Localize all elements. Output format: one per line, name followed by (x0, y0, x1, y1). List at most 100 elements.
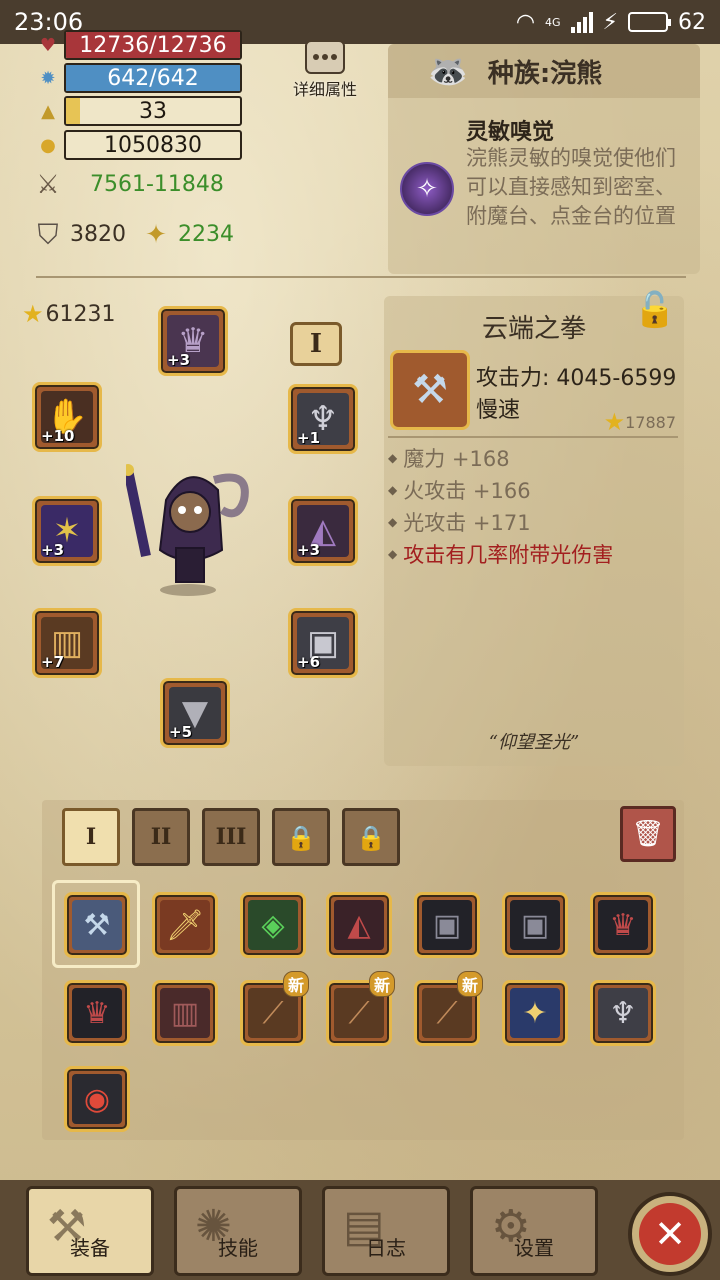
equip-slot-bracer[interactable]: ▥ +7 (32, 608, 102, 678)
enhance-level: +1 (297, 429, 321, 447)
lock-icon: 🔒 (286, 822, 316, 852)
gold-bar: 1050830 (64, 130, 242, 160)
item-stat: ◆ 魔力 +168 (388, 442, 613, 474)
race-ability-name: 灵敏嗅觉 (466, 120, 555, 145)
star-icon: ★ (22, 300, 44, 328)
level-bar: 33 (64, 96, 242, 126)
nav-log[interactable]: ▤ 日志 (322, 1186, 450, 1276)
attack-value: 7561-11848 (90, 172, 224, 197)
resist-value: 2234 (178, 222, 234, 247)
inventory-item[interactable]: ▥ (152, 980, 218, 1046)
item-flavor-text: “仰望圣光” (488, 732, 580, 753)
hero-character (126, 464, 249, 596)
equip-slot-helmet[interactable]: ♛ +3 (158, 306, 228, 376)
equip-slot-amulet[interactable]: ♆ +1 (288, 384, 358, 454)
wifi-icon: ◠ (515, 9, 536, 35)
item-stat: ◆ 火攻击 +166 (388, 474, 613, 506)
item-score-value: 17887 (625, 412, 676, 432)
race-ability-description: 浣熊灵敏的嗅觉使他们可以直接感知到密室、附魔台、点金台的位置 (466, 146, 676, 228)
enhance-level: +10 (41, 427, 75, 445)
nav-equipment[interactable]: ⚒ 装备 (26, 1186, 154, 1276)
inventory-tab-locked-2[interactable]: 🔒 (342, 808, 400, 866)
crossed-swords-icon: ⚔ (36, 169, 60, 200)
charging-icon: ⚡ (602, 9, 618, 35)
equip-slot-boots[interactable]: ▼ +5 (160, 678, 230, 748)
item-stat-text: 攻击有几率附带光伤害 (403, 543, 614, 567)
gold-row: ● 1050830 (36, 130, 242, 160)
skill-icon: ✺ (195, 1201, 232, 1252)
mp-row: ✹ 642/642 (36, 63, 242, 93)
star-icon: ★ (603, 408, 626, 436)
equip-slot-armor[interactable]: ▣ +6 (288, 608, 358, 678)
item-stat-list: ◆ 魔力 +168 ◆ 火攻击 +166 ◆ 光攻击 +171 ◆ 攻击有几率附带光伤害 (388, 442, 613, 570)
equip-slot-gloves[interactable]: ✋ +10 (32, 382, 102, 452)
inventory-tab-2[interactable]: II (132, 808, 190, 866)
trash-button[interactable]: 🗑 (620, 806, 676, 862)
keen-smell-icon[interactable]: ✧ (400, 162, 454, 216)
inventory-item[interactable]: ✦ (502, 980, 568, 1046)
nav-settings[interactable]: ⚙ 设置 (470, 1186, 598, 1276)
power-score: ★ 61231 (22, 300, 116, 328)
trash-icon: 🗑 (631, 819, 665, 849)
equipment-set-tag[interactable]: I (290, 322, 342, 366)
diamond-bullet-icon: ◆ (388, 547, 398, 561)
power-value: 61231 (45, 301, 116, 327)
gear-icon: ⚙ (491, 1201, 531, 1252)
lock-icon: 🔒 (356, 822, 386, 852)
unlock-icon[interactable]: 🔓 (634, 290, 676, 330)
inventory-item[interactable]: 🗡 (152, 892, 218, 958)
inventory-item[interactable]: ♛ (590, 892, 656, 958)
inventory-item[interactable]: ⟋ 新 (414, 971, 483, 1046)
inventory-tab-3[interactable]: III (202, 808, 260, 866)
item-speed: 慢速 (476, 398, 521, 423)
inventory-item[interactable]: ◉ (64, 1066, 130, 1132)
sword-icon: 🗡 (160, 900, 210, 950)
inventory-item[interactable]: ⚒ (64, 892, 130, 958)
green-helmet-icon: ◈ (248, 900, 298, 950)
diamond-bullet-icon: ◆ (388, 515, 398, 529)
heart-icon: ♥ (39, 34, 57, 56)
section-divider (36, 276, 686, 278)
item-stat-text: 火攻击 +166 (403, 479, 531, 503)
item-special-effect: ◆ 攻击有几率附带光伤害 (388, 538, 613, 570)
diamond-bullet-icon: ◆ (388, 483, 398, 497)
inventory-item[interactable]: ◭ (326, 892, 392, 958)
enhance-level: +3 (41, 541, 65, 559)
resist-icon: ✦ (145, 219, 167, 250)
new-badge: 新 (456, 971, 483, 997)
inventory-item[interactable]: ♛ (64, 980, 130, 1046)
eye-orb-icon: ◉ (72, 1074, 122, 1124)
equip-slot-weapon[interactable]: ✶ +3 (32, 496, 102, 566)
close-button[interactable]: ✕ (628, 1192, 712, 1276)
equip-slot-shoulder[interactable]: ◭ +3 (288, 496, 358, 566)
dark-armor-icon: ▣ (510, 900, 560, 950)
inventory-item[interactable]: ⟋ 新 (240, 971, 309, 1046)
hammer-icon: ⚒ (72, 900, 122, 950)
battery-level: 62 (678, 9, 706, 35)
level-value: 33 (139, 98, 167, 124)
new-badge: 新 (368, 971, 395, 997)
item-stat: ◆ 光攻击 +171 (388, 506, 613, 538)
enhance-level: +5 (169, 723, 193, 741)
level-row: ▲ 33 (36, 96, 242, 126)
hp-row: ♥ 12736/12736 (36, 30, 242, 60)
enhance-level: +7 (41, 653, 65, 671)
network-type: 4G (545, 15, 561, 29)
mp-bar: 642/642 (64, 63, 242, 93)
item-attack: 攻击力: 4045-6599 (476, 366, 677, 391)
mp-value: 642/642 (107, 65, 199, 91)
inventory-tab-locked-1[interactable]: 🔒 (272, 808, 330, 866)
inventory-item[interactable]: ▣ (502, 892, 568, 958)
inventory-item[interactable]: ♆ (590, 980, 656, 1046)
detail-attributes-button[interactable]: 详细属性 (288, 40, 362, 100)
hammer-icon: ⚒ (390, 350, 470, 430)
inventory-item[interactable]: ◈ (240, 892, 306, 958)
dark-helmet-icon: ♛ (598, 900, 648, 950)
dark-armor-icon: ▣ (422, 900, 472, 950)
inventory-item[interactable]: ▣ (414, 892, 480, 958)
nav-skills[interactable]: ✺ 技能 (174, 1186, 302, 1276)
inventory-item[interactable]: ⟋ 新 (326, 971, 395, 1046)
hp-value: 12736/12736 (79, 32, 227, 58)
inventory-tab-1[interactable]: I (62, 808, 120, 866)
defense-row: ⛉ 3820 ✦ 2234 (36, 218, 234, 251)
